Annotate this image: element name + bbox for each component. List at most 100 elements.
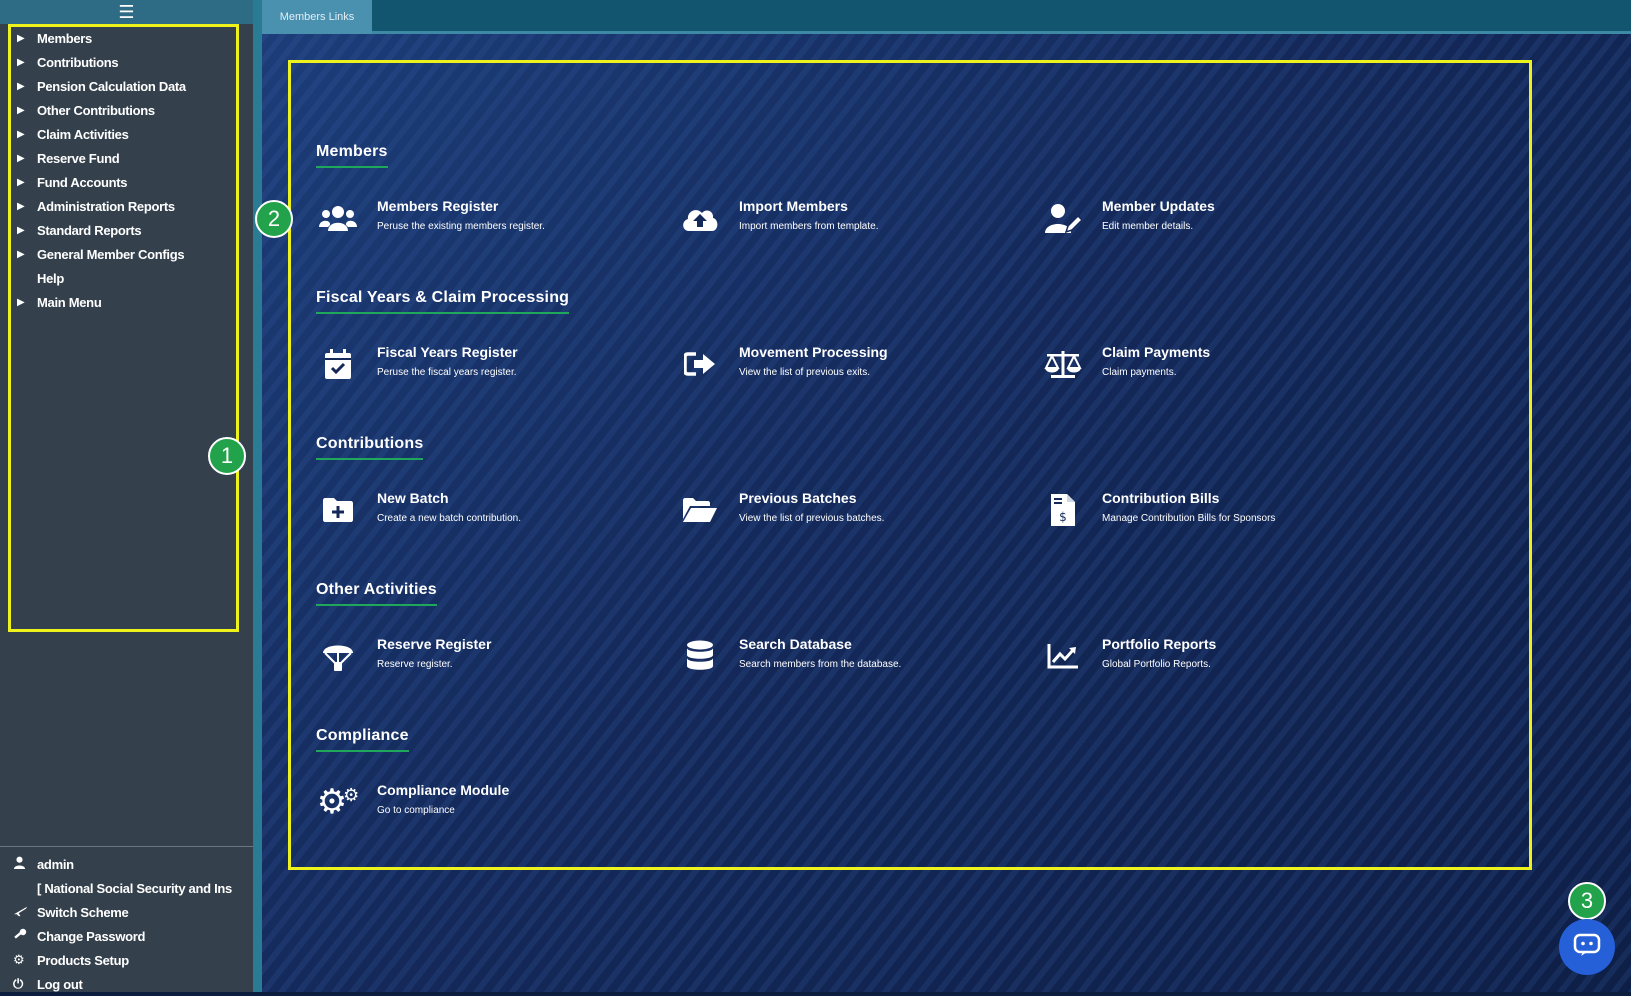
sidebar-menu: ▶ Members ▶ Contributions ▶ Pension Calcula… [0, 24, 253, 314]
card-title: Contribution Bills [1102, 490, 1220, 506]
card-reserve-register[interactable]: Reserve Register Reserve register. [316, 636, 676, 680]
user-icon [0, 856, 37, 872]
power-icon: ⏻ [13, 976, 23, 991]
card-subtitle: Peruse the existing members register. [377, 221, 545, 232]
sidebar-item-other-contributions[interactable]: ▶ Other Contributions [0, 98, 253, 122]
card-title: Previous Batches [739, 490, 857, 506]
callout-marker-1: 1 [208, 437, 246, 475]
section-title-members: Members [316, 143, 388, 168]
caret-right-icon: ▶ [17, 56, 25, 68]
hamburger-icon[interactable]: ☰ [118, 2, 134, 23]
caret-right-icon: ▶ [17, 104, 25, 116]
highlight-box-content: Members Members Register Peruse the exis… [288, 60, 1532, 870]
balance-scale-icon [1041, 344, 1085, 384]
sidebar-item-administration-reports[interactable]: ▶ Administration Reports [0, 194, 253, 218]
card-member-updates[interactable]: Member Updates Edit member details. [1041, 198, 1401, 242]
caret-right-icon: ▶ [17, 296, 25, 308]
card-movement-processing[interactable]: Movement Processing View the list of pre… [678, 344, 1038, 388]
sidebar-item-general-member-configs[interactable]: ▶ General Member Configs [0, 242, 253, 266]
card-subtitle: Claim payments. [1102, 367, 1177, 378]
sidebar-item-fund-accounts[interactable]: ▶ Fund Accounts [0, 170, 253, 194]
chart-line-icon [1041, 636, 1085, 676]
sidebar-toggle[interactable]: ☰ [0, 0, 253, 24]
users-icon [316, 198, 360, 238]
card-members-register[interactable]: Members Register Peruse the existing mem… [316, 198, 676, 242]
card-previous-batches[interactable]: Previous Batches View the list of previo… [678, 490, 1038, 534]
card-new-batch[interactable]: New Batch Create a new batch contributio… [316, 490, 676, 534]
sidebar-item-reserve-fund[interactable]: ▶ Reserve Fund [0, 146, 253, 170]
card-subtitle: View the list of previous batches. [739, 513, 885, 524]
chat-button[interactable] [1559, 919, 1615, 975]
user-name[interactable]: admin [0, 852, 253, 876]
card-subtitle: Manage Contribution Bills for Sponsors [1102, 513, 1276, 524]
folder-open-icon [678, 490, 722, 530]
card-title: Search Database [739, 636, 852, 652]
change-password-link[interactable]: Change Password [0, 924, 253, 948]
card-portfolio-reports[interactable]: Portfolio Reports Global Portfolio Repor… [1041, 636, 1401, 680]
card-title: Compliance Module [377, 782, 510, 798]
invoice-dollar-icon: $ [1041, 490, 1085, 530]
sidebar-item-claim-activities[interactable]: ▶ Claim Activities [0, 122, 253, 146]
callout-marker-2: 2 [255, 200, 293, 238]
cloud-upload-icon [678, 198, 722, 238]
sidebar-item-members[interactable]: ▶ Members [0, 26, 253, 50]
caret-right-icon: ▶ [17, 224, 25, 236]
caret-right-icon: ▶ [17, 248, 25, 260]
scheme-name: [ National Social Security and Ins [37, 880, 232, 896]
card-subtitle: Create a new batch contribution. [377, 513, 521, 524]
section-title-other-activities: Other Activities [316, 581, 437, 606]
card-title: Import Members [739, 198, 848, 214]
sidebar-item-contributions[interactable]: ▶ Contributions [0, 50, 253, 74]
card-title: Members Register [377, 198, 499, 214]
calendar-check-icon [316, 344, 360, 384]
card-subtitle: Search members from the database. [739, 659, 902, 670]
sidebar: ☰ ▶ Members ▶ Contributions ▶ Pension Calcu… [0, 0, 253, 992]
card-subtitle: Peruse the fiscal years register. [377, 367, 517, 378]
tab-members-links[interactable]: Members Links [262, 0, 372, 34]
sidebar-resize-handle[interactable] [253, 0, 262, 992]
exit-icon [678, 344, 722, 384]
caret-right-icon: ▶ [17, 128, 25, 140]
card-title: Reserve Register [377, 636, 492, 652]
card-claim-payments[interactable]: Claim Payments Claim payments. [1041, 344, 1401, 388]
tab-bar: Members Links [262, 0, 1631, 34]
section-title-contributions: Contributions [316, 435, 424, 460]
card-subtitle: Reserve register. [377, 659, 453, 670]
card-compliance-module[interactable]: ⚙ ⚙ Compliance Module Go to compliance [316, 782, 676, 826]
card-import-members[interactable]: Import Members Import members from templ… [678, 198, 1038, 242]
sidebar-item-help[interactable]: Help [0, 266, 253, 290]
card-subtitle: Go to compliance [377, 805, 455, 816]
user-panel: admin [ National Social Security and Ins… [0, 846, 253, 996]
caret-right-icon: ▶ [17, 80, 25, 92]
sidebar-item-standard-reports[interactable]: ▶ Standard Reports [0, 218, 253, 242]
switch-scheme-link[interactable]: Switch Scheme [0, 900, 253, 924]
card-contribution-bills[interactable]: $ Contribution Bills Manage Contribution… [1041, 490, 1401, 534]
caret-right-icon: ▶ [17, 32, 25, 44]
products-setup-link[interactable]: ⚙ Products Setup [0, 948, 253, 972]
sidebar-item-main-menu[interactable]: ▶ Main Menu [0, 290, 253, 314]
caret-right-icon: ▶ [17, 152, 25, 164]
caret-right-icon: ▶ [17, 176, 25, 188]
card-subtitle: Global Portfolio Reports. [1102, 659, 1211, 670]
card-fiscal-years-register[interactable]: Fiscal Years Register Peruse the fiscal … [316, 344, 676, 388]
main-content: Members Members Register Peruse the exis… [262, 34, 1631, 992]
database-icon [678, 636, 722, 676]
parachute-icon [316, 636, 360, 676]
key-icon [0, 928, 37, 945]
logout-link[interactable]: ⏻ Log out [0, 972, 253, 996]
card-title: Portfolio Reports [1102, 636, 1217, 652]
card-title: Movement Processing [739, 344, 888, 360]
svg-text:$: $ [1059, 510, 1067, 524]
card-title: Claim Payments [1102, 344, 1211, 360]
folder-plus-icon [316, 490, 360, 530]
card-title: Fiscal Years Register [377, 344, 518, 360]
cogs-icon: ⚙ ⚙ [316, 783, 360, 821]
card-search-database[interactable]: Search Database Search members from the … [678, 636, 1038, 680]
sidebar-item-pension-calculation-data[interactable]: ▶ Pension Calculation Data [0, 74, 253, 98]
plane-icon [0, 904, 37, 920]
card-title: New Batch [377, 490, 449, 506]
card-subtitle: Edit member details. [1102, 221, 1194, 232]
caret-right-icon: ▶ [17, 200, 25, 212]
section-title-fiscal-years: Fiscal Years & Claim Processing [316, 289, 570, 314]
card-subtitle: View the list of previous exits. [739, 367, 870, 378]
